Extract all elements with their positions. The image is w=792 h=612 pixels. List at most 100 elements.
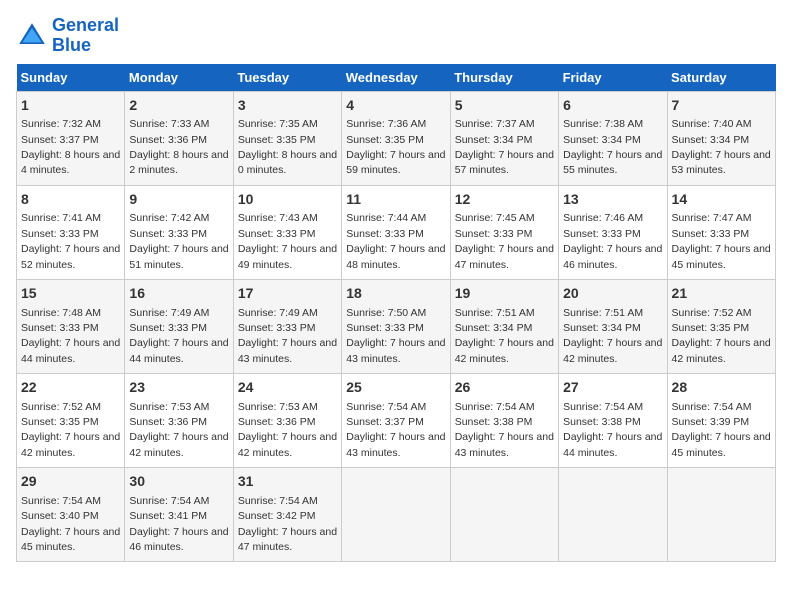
day-of-week-header: Monday (125, 64, 233, 92)
sunrise: Sunrise: 7:40 AM (672, 118, 752, 130)
sunset: Sunset: 3:37 PM (346, 416, 424, 428)
calendar-cell: 18Sunrise: 7:50 AMSunset: 3:33 PMDayligh… (342, 279, 450, 373)
calendar-cell: 1Sunrise: 7:32 AMSunset: 3:37 PMDaylight… (17, 91, 125, 185)
sunset: Sunset: 3:33 PM (455, 228, 533, 240)
day-number: 23 (129, 378, 228, 398)
page-header: General Blue (16, 16, 776, 56)
daylight: Daylight: 7 hours and 44 minutes. (563, 431, 662, 458)
calendar-cell: 11Sunrise: 7:44 AMSunset: 3:33 PMDayligh… (342, 185, 450, 279)
sunset: Sunset: 3:33 PM (129, 322, 207, 334)
sunset: Sunset: 3:36 PM (129, 134, 207, 146)
sunrise: Sunrise: 7:53 AM (238, 401, 318, 413)
sunset: Sunset: 3:33 PM (238, 322, 316, 334)
day-of-week-header: Thursday (450, 64, 558, 92)
daylight: Daylight: 7 hours and 53 minutes. (672, 149, 771, 176)
day-number: 6 (563, 96, 662, 116)
day-number: 13 (563, 190, 662, 210)
calendar-cell: 19Sunrise: 7:51 AMSunset: 3:34 PMDayligh… (450, 279, 558, 373)
sunset: Sunset: 3:33 PM (346, 322, 424, 334)
calendar-cell: 27Sunrise: 7:54 AMSunset: 3:38 PMDayligh… (559, 374, 667, 468)
daylight: Daylight: 7 hours and 59 minutes. (346, 149, 445, 176)
daylight: Daylight: 7 hours and 49 minutes. (238, 243, 337, 270)
calendar-cell: 7Sunrise: 7:40 AMSunset: 3:34 PMDaylight… (667, 91, 775, 185)
sunrise: Sunrise: 7:54 AM (346, 401, 426, 413)
calendar-cell: 25 Sunrise: 7:54 AM Sunset: 3:37 PM Dayligh… (342, 374, 450, 468)
sunset: Sunset: 3:34 PM (563, 134, 641, 146)
sunset: Sunset: 3:33 PM (21, 228, 99, 240)
sunrise: Sunrise: 7:47 AM (672, 212, 752, 224)
sunset: Sunset: 3:35 PM (672, 322, 750, 334)
day-number: 24 (238, 378, 337, 398)
daylight: Daylight: 7 hours and 48 minutes. (346, 243, 445, 270)
daylight: Daylight: 7 hours and 55 minutes. (563, 149, 662, 176)
sunrise: Sunrise: 7:54 AM (672, 401, 752, 413)
calendar-cell (450, 468, 558, 562)
calendar-cell (559, 468, 667, 562)
sunrise: Sunrise: 7:54 AM (563, 401, 643, 413)
daylight: Daylight: 7 hours and 43 minutes. (455, 431, 554, 458)
sunrise: Sunrise: 7:53 AM (129, 401, 209, 413)
day-number: 19 (455, 284, 554, 304)
sunrise: Sunrise: 7:36 AM (346, 118, 426, 130)
day-number: 2 (129, 96, 228, 116)
calendar-week-row: 1Sunrise: 7:32 AMSunset: 3:37 PMDaylight… (17, 91, 776, 185)
calendar-cell: 20Sunrise: 7:51 AMSunset: 3:34 PMDayligh… (559, 279, 667, 373)
calendar-cell: 17 Sunrise: 7:49 AM Sunset: 3:33 PM Dayligh… (233, 279, 341, 373)
day-number: 8 (21, 190, 120, 210)
daylight: Daylight: 7 hours and 42 minutes. (21, 431, 120, 458)
sunrise: Sunrise: 7:45 AM (455, 212, 535, 224)
sunset: Sunset: 3:36 PM (238, 416, 316, 428)
daylight: Daylight: 7 hours and 42 minutes. (563, 337, 662, 364)
calendar-cell: 23Sunrise: 7:53 AMSunset: 3:36 PMDayligh… (125, 374, 233, 468)
sunrise: Sunrise: 7:42 AM (129, 212, 209, 224)
day-of-week-header: Saturday (667, 64, 775, 92)
sunset: Sunset: 3:33 PM (672, 228, 750, 240)
logo: General Blue (16, 16, 119, 56)
day-number: 17 (238, 284, 337, 304)
day-number: 5 (455, 96, 554, 116)
sunrise: Sunrise: 7:49 AM (238, 307, 318, 319)
day-number: 12 (455, 190, 554, 210)
sunrise: Sunrise: 7:41 AM (21, 212, 101, 224)
sunset: Sunset: 3:38 PM (563, 416, 641, 428)
calendar-cell: 8Sunrise: 7:41 AMSunset: 3:33 PMDaylight… (17, 185, 125, 279)
sunrise: Sunrise: 7:48 AM (21, 307, 101, 319)
day-number: 21 (672, 284, 771, 304)
day-number: 20 (563, 284, 662, 304)
day-number: 18 (346, 284, 445, 304)
calendar-cell: 22Sunrise: 7:52 AMSunset: 3:35 PMDayligh… (17, 374, 125, 468)
daylight: Daylight: 7 hours and 46 minutes. (563, 243, 662, 270)
daylight: Daylight: 7 hours and 45 minutes. (21, 526, 120, 553)
sunrise: Sunrise: 7:37 AM (455, 118, 535, 130)
daylight: Daylight: 7 hours and 43 minutes. (238, 337, 337, 364)
sunset: Sunset: 3:33 PM (21, 322, 99, 334)
day-number: 30 (129, 472, 228, 492)
calendar-cell: 16Sunrise: 7:49 AMSunset: 3:33 PMDayligh… (125, 279, 233, 373)
daylight: Daylight: 8 hours and 0 minutes. (238, 149, 337, 176)
sunset: Sunset: 3:41 PM (129, 510, 207, 522)
sunrise: Sunrise: 7:33 AM (129, 118, 209, 130)
day-number: 28 (672, 378, 771, 398)
day-number: 25 (346, 378, 445, 398)
day-number: 11 (346, 190, 445, 210)
sunrise: Sunrise: 7:50 AM (346, 307, 426, 319)
sunrise: Sunrise: 7:54 AM (238, 495, 318, 507)
calendar-cell: 9 Sunrise: 7:42 AM Sunset: 3:33 PM Daylight… (125, 185, 233, 279)
daylight: Daylight: 7 hours and 42 minutes. (672, 337, 771, 364)
sunset: Sunset: 3:33 PM (563, 228, 641, 240)
day-of-week-header: Wednesday (342, 64, 450, 92)
daylight: Daylight: 7 hours and 47 minutes. (238, 526, 337, 553)
sunrise: Sunrise: 7:54 AM (129, 495, 209, 507)
daylight: Daylight: 7 hours and 43 minutes. (346, 431, 445, 458)
sunrise: Sunrise: 7:49 AM (129, 307, 209, 319)
calendar-cell: 10Sunrise: 7:43 AMSunset: 3:33 PMDayligh… (233, 185, 341, 279)
daylight: Daylight: 7 hours and 47 minutes. (455, 243, 554, 270)
sunset: Sunset: 3:33 PM (129, 228, 207, 240)
day-number: 9 (129, 190, 228, 210)
sunrise: Sunrise: 7:51 AM (563, 307, 643, 319)
day-of-week-header: Sunday (17, 64, 125, 92)
daylight: Daylight: 7 hours and 51 minutes. (129, 243, 228, 270)
sunrise: Sunrise: 7:38 AM (563, 118, 643, 130)
sunset: Sunset: 3:33 PM (238, 228, 316, 240)
calendar-cell: 24Sunrise: 7:53 AMSunset: 3:36 PMDayligh… (233, 374, 341, 468)
